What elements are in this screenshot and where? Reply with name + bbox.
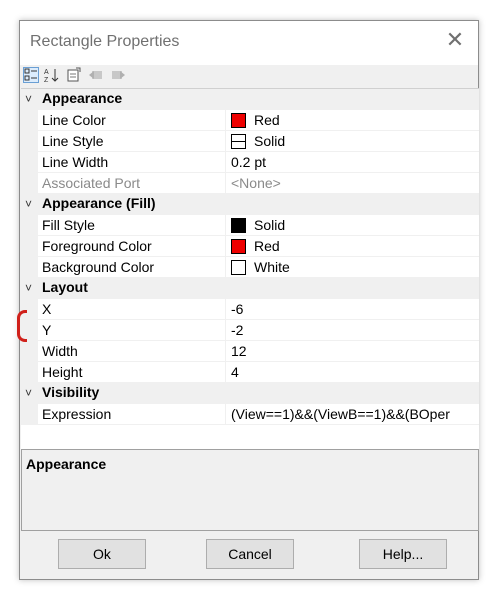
property-value[interactable]: 0.2 pt — [231, 154, 266, 170]
row-gutter — [21, 152, 38, 173]
property-row-line-width[interactable]: Line Width 0.2 pt — [21, 152, 479, 173]
property-value[interactable]: Solid — [231, 133, 285, 149]
category-visibility[interactable]: ˅ Visibility — [21, 383, 479, 404]
column-divider — [225, 257, 226, 278]
property-value[interactable]: -2 — [231, 322, 243, 338]
value-text: Red — [254, 238, 280, 254]
category-appearance[interactable]: ˅ Appearance — [21, 89, 479, 110]
categorized-icon[interactable] — [23, 67, 39, 83]
category-label: Visibility — [42, 384, 100, 400]
property-row-height[interactable]: Height 4 — [21, 362, 479, 383]
property-row-fill-style[interactable]: Fill Style Solid — [21, 215, 479, 236]
row-gutter — [21, 341, 38, 362]
property-name: Y — [42, 322, 52, 338]
row-gutter — [21, 257, 38, 278]
property-name: Line Style — [42, 133, 104, 149]
category-label: Appearance (Fill) — [42, 195, 156, 211]
property-row-foreground-color[interactable]: Foreground Color Red — [21, 236, 479, 257]
description-panel: Appearance — [21, 449, 479, 531]
property-value[interactable]: Red — [231, 238, 280, 254]
property-row-associated-port[interactable]: Associated Port <None> — [21, 173, 479, 194]
property-pages-icon[interactable] — [66, 67, 82, 83]
row-gutter — [21, 362, 38, 383]
property-row-line-style[interactable]: Line Style Solid — [21, 131, 479, 152]
chevron-down-icon[interactable]: ˅ — [25, 197, 32, 211]
property-row-background-color[interactable]: Background Color White — [21, 257, 479, 278]
color-swatch — [231, 260, 246, 275]
property-name: Fill Style — [42, 217, 95, 233]
property-name: Line Width — [42, 154, 109, 170]
property-value: <None> — [231, 175, 281, 191]
property-grid: ˅ Appearance Line Color Red Line Style S… — [21, 88, 479, 450]
property-value[interactable]: White — [231, 259, 290, 275]
property-row-y[interactable]: Y -2 — [21, 320, 479, 341]
property-name: X — [42, 301, 52, 317]
property-value[interactable]: Red — [231, 112, 280, 128]
property-row-x[interactable]: X -6 — [21, 299, 479, 320]
property-name: Background Color — [42, 259, 155, 275]
category-label: Layout — [42, 279, 88, 295]
column-divider — [225, 236, 226, 257]
row-gutter — [21, 404, 38, 425]
column-divider — [225, 341, 226, 362]
column-divider — [225, 404, 226, 425]
color-swatch — [231, 113, 246, 128]
chevron-down-icon[interactable]: ˅ — [25, 386, 32, 400]
property-name: Associated Port — [42, 175, 141, 191]
line-style-icon — [231, 134, 246, 149]
category-layout[interactable]: ˅ Layout — [21, 278, 479, 299]
property-value[interactable]: -6 — [231, 301, 243, 317]
color-swatch — [231, 239, 246, 254]
help-button[interactable]: Help... — [359, 539, 447, 569]
value-text: White — [254, 259, 290, 275]
property-value[interactable]: 4 — [231, 364, 239, 380]
column-divider — [225, 110, 226, 131]
property-row-expression[interactable]: Expression (View==1)&&(ViewB==1)&&(BOper — [21, 404, 479, 425]
column-divider — [225, 215, 226, 236]
annotation-bracket — [17, 310, 27, 342]
description-title: Appearance — [26, 456, 107, 472]
cancel-button[interactable]: Cancel — [206, 539, 294, 569]
window-title: Rectangle Properties — [30, 33, 180, 50]
property-value[interactable]: Solid — [231, 217, 285, 233]
close-icon[interactable]: ✕ — [444, 29, 466, 51]
value-text: Red — [254, 112, 280, 128]
row-gutter — [21, 236, 38, 257]
ok-button[interactable]: Ok — [58, 539, 146, 569]
category-label: Appearance — [42, 90, 123, 106]
row-gutter — [21, 131, 38, 152]
value-text: Solid — [254, 133, 286, 149]
row-gutter — [21, 215, 38, 236]
column-divider — [225, 320, 226, 341]
color-swatch — [231, 218, 246, 233]
column-divider — [225, 152, 226, 173]
property-name: Width — [42, 343, 78, 359]
forward-icon[interactable] — [110, 67, 126, 83]
value-text: Solid — [254, 217, 286, 233]
property-name: Height — [42, 364, 83, 380]
row-gutter — [21, 110, 38, 131]
alphabetical-icon[interactable]: AZ — [44, 67, 60, 84]
property-row-line-color[interactable]: Line Color Red — [21, 110, 479, 131]
property-row-width[interactable]: Width 12 — [21, 341, 479, 362]
title-bar: Rectangle Properties ✕ — [20, 21, 478, 65]
category-appearance-fill[interactable]: ˅ Appearance (Fill) — [21, 194, 479, 215]
rectangle-properties-dialog: Rectangle Properties ✕ AZ ˅ Appearance L… — [19, 20, 479, 580]
svg-text:Z: Z — [44, 77, 49, 83]
property-toolbar: AZ — [20, 65, 478, 87]
chevron-down-icon[interactable]: ˅ — [25, 92, 32, 106]
svg-text:A: A — [44, 69, 49, 76]
column-divider — [225, 131, 226, 152]
row-gutter — [21, 173, 38, 194]
column-divider — [225, 299, 226, 320]
back-icon[interactable] — [88, 67, 104, 83]
property-value[interactable]: (View==1)&&(ViewB==1)&&(BOper — [231, 406, 450, 422]
property-name: Foreground Color — [42, 238, 152, 254]
column-divider — [225, 173, 226, 194]
property-name: Line Color — [42, 112, 106, 128]
chevron-down-icon[interactable]: ˅ — [25, 281, 32, 295]
property-name: Expression — [42, 406, 112, 422]
column-divider — [225, 362, 226, 383]
property-value[interactable]: 12 — [231, 343, 247, 359]
